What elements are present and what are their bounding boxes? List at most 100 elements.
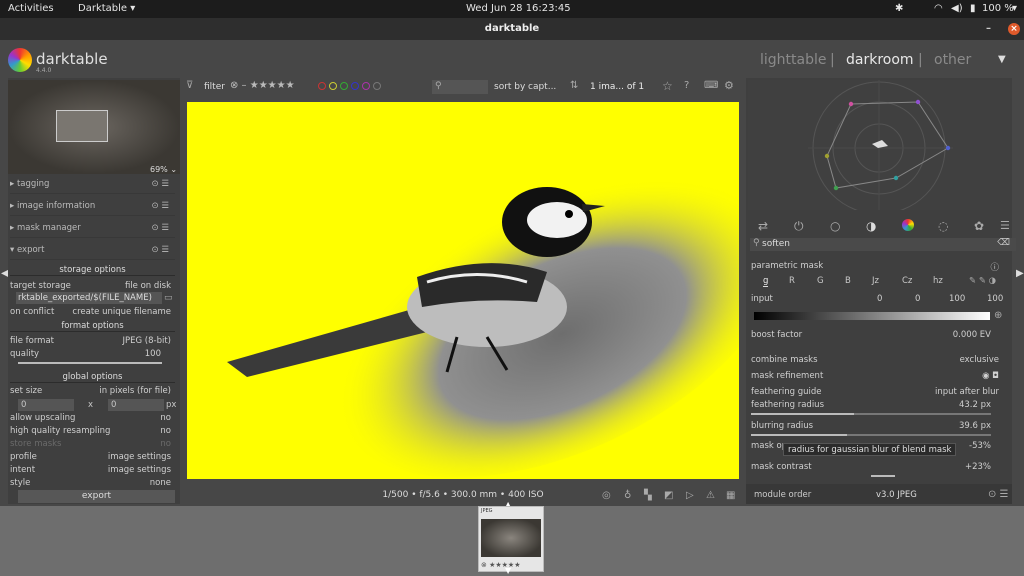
folder-icon[interactable]: ▭ [164, 293, 173, 303]
on-conflict-select[interactable]: create unique filename [72, 307, 171, 317]
intent-select[interactable]: image settings [108, 465, 171, 475]
image-preview[interactable] [187, 102, 739, 479]
target-storage-select[interactable]: file on disk [125, 281, 171, 291]
star-icon[interactable]: ☆ [662, 79, 673, 93]
module-search-input[interactable]: ⚲ soften ⌫ [750, 238, 1016, 251]
softproof-icon[interactable]: ▷ [686, 490, 694, 501]
network-icon[interactable]: ◠ [934, 3, 943, 14]
export-path-input[interactable]: rktable_exported/$(FILE_NAME) [16, 292, 162, 304]
module-reset-icon[interactable]: ⊙ ☰ [152, 196, 169, 216]
sort-order-icon[interactable]: ⇅ [570, 80, 578, 91]
mask-contrast-row[interactable]: mask contrast +23% [751, 462, 1003, 474]
module-reset-icon[interactable]: ⊙ ☰ [152, 174, 169, 194]
width-input[interactable]: 0 [18, 399, 74, 411]
on-conflict-row[interactable]: on conflict create unique filename [10, 307, 175, 319]
module-export[interactable]: ▾ export ⊙ ☰ [10, 240, 175, 260]
module-mask-manager[interactable]: ▸ mask manager ⊙ ☰ [10, 218, 175, 238]
feathering-guide-row[interactable]: feathering guide input after blur [751, 387, 1003, 399]
style-row[interactable]: style none [10, 478, 175, 490]
add-icon[interactable]: ⊕ [994, 310, 1002, 321]
tab-Cz[interactable]: Cz [902, 276, 912, 286]
correct-modules-icon[interactable]: ◌ [938, 219, 948, 233]
blurring-radius-slider[interactable] [751, 434, 991, 436]
set-size-row[interactable]: set size in pixels (for file) [10, 386, 175, 398]
color-modules-icon[interactable] [902, 219, 914, 231]
shortcuts-icon[interactable]: ⌨ [704, 80, 718, 91]
profile-select[interactable]: image settings [108, 452, 171, 462]
activities-button[interactable]: Activities [8, 3, 54, 14]
picker-icon[interactable]: ✎ ✎ ◑ [969, 276, 996, 286]
feathering-radius-row[interactable]: feathering radius 43.2 px [751, 400, 1003, 412]
volume-icon[interactable]: ◀) [951, 3, 963, 14]
color-label-filter[interactable] [318, 82, 384, 93]
gamut-check-icon[interactable]: ⚠ [706, 490, 715, 501]
raw-overexposed-icon[interactable]: ▚ [644, 490, 652, 501]
module-groups-menu-icon[interactable]: ☰ [1000, 219, 1010, 232]
app-menu[interactable]: Darktable ▾ [78, 3, 135, 14]
height-input[interactable]: 0 [108, 399, 164, 411]
module-reset-icon[interactable]: ⊙ ☰ [152, 218, 169, 238]
tab-G[interactable]: G [817, 276, 824, 286]
hq-resampling-select[interactable]: no [160, 426, 171, 436]
search-input[interactable]: ⚲ [432, 80, 488, 94]
battery-icon[interactable]: ▮ [970, 3, 976, 14]
hq-resampling-row[interactable]: high quality resampling no [10, 426, 175, 438]
tone-modules-icon[interactable]: ◑ [866, 219, 876, 233]
help-icon[interactable]: ? [684, 80, 689, 91]
intent-row[interactable]: intent image settings [10, 465, 175, 477]
effect-modules-icon[interactable]: ✿ [974, 219, 984, 233]
combine-masks-select[interactable]: exclusive [960, 355, 999, 365]
filter-icon[interactable]: ⊽ [186, 80, 193, 91]
clipping-icon[interactable]: ◩ [664, 490, 673, 501]
info-icon[interactable]: ⓘ [990, 261, 999, 273]
module-image-information[interactable]: ▸ image information ⊙ ☰ [10, 196, 175, 216]
guides-icon[interactable]: ▦ [726, 490, 735, 501]
clock[interactable]: Wed Jun 28 16:23:45 [466, 3, 571, 14]
set-size-select[interactable]: in pixels (for file) [99, 386, 171, 396]
views-dropdown-icon[interactable]: ▼ [998, 54, 1006, 65]
tab-Jz[interactable]: Jz [872, 276, 879, 286]
minimize-icon[interactable]: – [986, 18, 991, 40]
feathering-guide-select[interactable]: input after blur [935, 387, 999, 397]
module-reset-icon[interactable]: ⊙ ☰ [152, 240, 169, 260]
quality-slider[interactable] [18, 362, 162, 364]
blurring-radius-row[interactable]: blurring radius 39.6 px [751, 421, 1003, 433]
tab-g[interactable]: g [763, 276, 769, 287]
style-select[interactable]: none [150, 478, 171, 488]
bluetooth-icon[interactable]: ✱ [895, 3, 903, 14]
navigation-thumbnail[interactable] [8, 80, 180, 174]
tab-hz[interactable]: hz [933, 276, 943, 286]
filmstrip-bottom-arrow-icon[interactable]: ▼ [505, 566, 511, 575]
quick-access-panel-icon[interactable]: ⇄ [758, 219, 768, 233]
navigation-viewport[interactable] [56, 110, 108, 142]
thumb-rating[interactable]: ⊗ ★★★★★ [481, 561, 520, 569]
view-other[interactable]: other [934, 52, 971, 68]
file-format-select[interactable]: JPEG (8-bit) [123, 336, 172, 346]
view-lighttable[interactable]: lighttable [760, 52, 827, 68]
tab-B[interactable]: B [845, 276, 851, 286]
tab-R[interactable]: R [789, 276, 795, 286]
zoom-level[interactable]: 69% ⌄ [150, 165, 177, 174]
clear-search-icon[interactable]: ⌫ [997, 238, 1010, 248]
vectorscope[interactable] [748, 80, 1010, 215]
collapse-right-icon[interactable]: ▶ [1016, 268, 1024, 279]
gear-icon[interactable]: ⚙ [724, 79, 734, 92]
profile-row[interactable]: profile image settings [10, 452, 175, 464]
mask-display-icon[interactable]: ◉ ◘ [982, 371, 999, 381]
bulb-icon[interactable]: ♁ [624, 490, 631, 501]
module-order-reset-icon[interactable]: ⊙ ☰ [988, 489, 1009, 500]
close-icon[interactable]: × [1008, 23, 1020, 35]
filmstrip-thumbnail[interactable]: JPEG ⊗ ★★★★★ [478, 506, 544, 572]
base-modules-icon[interactable]: ○ [830, 219, 840, 233]
mask-contrast-slider[interactable] [751, 475, 991, 477]
quality-row[interactable]: quality 100 [10, 349, 175, 361]
boost-factor-row[interactable]: boost factor 0.000 EV [751, 330, 1003, 342]
module-tagging[interactable]: ▸ tagging ⊙ ☰ [10, 174, 175, 194]
active-modules-icon[interactable]: ⏻ [794, 219, 804, 234]
rating-filter[interactable]: ⊗ – ★★★★★ [230, 80, 295, 91]
file-format-row[interactable]: file format JPEG (8-bit) [10, 336, 175, 348]
allow-upscaling-select[interactable]: no [160, 413, 171, 423]
power-menu-icon[interactable]: ▾ [1012, 3, 1017, 14]
view-darkroom[interactable]: darkroom [846, 52, 914, 68]
input-gradient-slider[interactable] [754, 312, 990, 320]
